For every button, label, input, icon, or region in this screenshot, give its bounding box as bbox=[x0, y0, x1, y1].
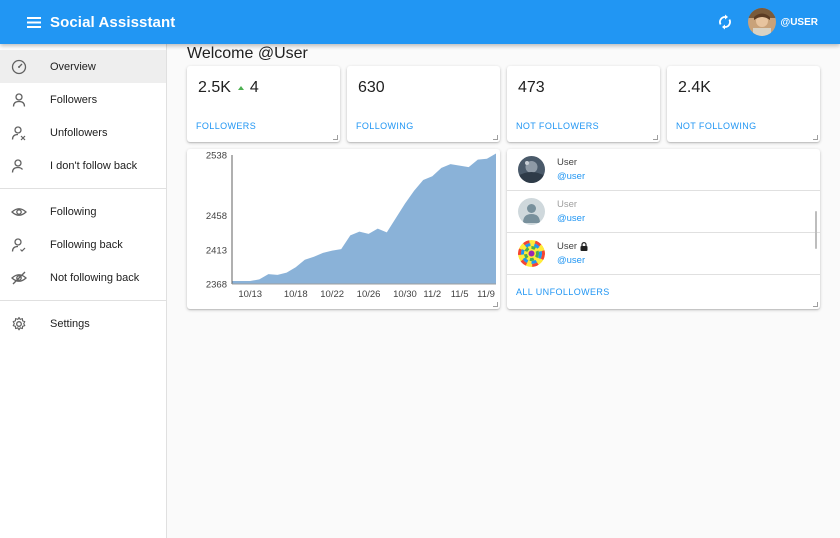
app-title: Social Assisstant bbox=[50, 13, 176, 31]
y-tick-label: 2458 bbox=[206, 211, 227, 222]
sidebar-item-label: Settings bbox=[50, 317, 90, 330]
y-tick-label: 2413 bbox=[206, 245, 227, 256]
stat-number: 473 bbox=[518, 79, 545, 96]
sidebar-item-overview[interactable]: Overview bbox=[0, 50, 166, 83]
stat-card-followers[interactable]: 2.5K 4 FOLLOWERS bbox=[187, 66, 340, 142]
list-item[interactable]: User @user bbox=[507, 233, 820, 275]
x-tick-label: 11/9 bbox=[477, 289, 495, 300]
sidebar-item-label: Followers bbox=[50, 93, 98, 106]
resize-handle-icon[interactable] bbox=[333, 135, 338, 140]
sidebar-item-label: Not following back bbox=[50, 271, 140, 284]
list-item[interactable]: User @user bbox=[507, 149, 820, 191]
app-bar: Social Assisstant @USER bbox=[0, 0, 840, 44]
sidebar-item-label: Overview bbox=[50, 60, 96, 73]
list-item-name: User bbox=[557, 157, 578, 168]
stat-card-not-following[interactable]: 2.4K NOT FOLLOWING bbox=[667, 66, 820, 142]
stat-card-following[interactable]: 630 FOLLOWING bbox=[347, 66, 500, 142]
x-tick-label: 10/26 bbox=[357, 289, 381, 300]
sidebar: Overview Followers Unfollowers I don't f… bbox=[0, 44, 167, 538]
not-following-link[interactable]: NOT FOLLOWING bbox=[676, 121, 757, 131]
scrollbar[interactable] bbox=[815, 211, 817, 249]
stat-delta: 4 bbox=[249, 79, 259, 96]
list-item-name: User bbox=[557, 241, 588, 252]
avatar bbox=[748, 8, 777, 36]
resize-handle-icon[interactable] bbox=[493, 135, 498, 140]
refresh-icon[interactable] bbox=[712, 9, 738, 35]
sidebar-item-followers[interactable]: Followers bbox=[0, 83, 166, 116]
x-tick-label: 10/30 bbox=[393, 289, 417, 300]
resize-handle-icon[interactable] bbox=[813, 135, 818, 140]
stat-value: 2.5K 4 bbox=[198, 79, 259, 97]
x-tick-label: 11/5 bbox=[451, 289, 469, 300]
all-unfollowers-link[interactable]: ALL UNFOLLOWERS bbox=[516, 287, 610, 297]
stat-card-not-followers[interactable]: 473 NOT FOLLOWERS bbox=[507, 66, 660, 142]
arrow-up-icon bbox=[237, 86, 244, 90]
y-tick-label: 2538 bbox=[206, 151, 227, 162]
sidebar-item-i-dont-follow-back[interactable]: I don't follow back bbox=[0, 149, 166, 182]
x-tick-label: 10/18 bbox=[284, 289, 308, 300]
list-item-handle[interactable]: @user bbox=[557, 213, 585, 224]
list-item-name-text: User bbox=[557, 241, 578, 252]
stat-number: 2.4K bbox=[678, 79, 711, 96]
stat-value: 473 bbox=[518, 79, 545, 97]
lock-icon bbox=[580, 242, 588, 251]
avatar bbox=[518, 156, 545, 183]
resize-handle-icon[interactable] bbox=[813, 302, 818, 307]
series-area bbox=[232, 153, 496, 284]
resize-handle-icon[interactable] bbox=[653, 135, 658, 140]
list-item[interactable]: User @user bbox=[507, 191, 820, 233]
sidebar-item-following-back[interactable]: Following back bbox=[0, 228, 166, 261]
person-remove-icon bbox=[11, 125, 27, 141]
following-link[interactable]: FOLLOWING bbox=[356, 121, 414, 131]
person-icon bbox=[11, 92, 27, 108]
resize-handle-icon[interactable] bbox=[493, 302, 498, 307]
x-tick-label: 10/22 bbox=[320, 289, 344, 300]
eye-off-icon bbox=[11, 270, 27, 286]
list-item-handle[interactable]: @user bbox=[557, 171, 585, 182]
stat-number: 630 bbox=[358, 79, 385, 96]
followers-link[interactable]: FOLLOWERS bbox=[196, 121, 256, 131]
stat-value: 2.4K bbox=[678, 79, 711, 97]
unfollowers-card: User @user User @user User @user ALL UNF… bbox=[507, 149, 820, 309]
sidebar-item-label: Unfollowers bbox=[50, 126, 108, 139]
eye-icon bbox=[11, 204, 27, 220]
list-item-handle[interactable]: @user bbox=[557, 255, 585, 266]
gear-icon bbox=[11, 316, 27, 332]
sidebar-item-label: Following bbox=[50, 205, 97, 218]
avatar bbox=[518, 240, 545, 267]
gauge-icon bbox=[11, 59, 27, 75]
sidebar-item-label: Following back bbox=[50, 238, 123, 251]
not-followers-link[interactable]: NOT FOLLOWERS bbox=[516, 121, 599, 131]
stat-value: 630 bbox=[358, 79, 385, 97]
stat-number: 2.5K bbox=[198, 79, 231, 96]
sidebar-item-label: I don't follow back bbox=[50, 159, 138, 172]
x-tick-label: 10/13 bbox=[238, 289, 262, 300]
y-tick-label: 2368 bbox=[206, 280, 227, 291]
followers-chart: 2368 2413 2458 2538 10/13 10/18 10/22 10/26 10/3… bbox=[206, 151, 496, 300]
sidebar-item-unfollowers[interactable]: Unfollowers bbox=[0, 116, 166, 149]
sidebar-item-not-following-back[interactable]: Not following back bbox=[0, 261, 166, 294]
user-handle: @USER bbox=[780, 16, 818, 28]
page-title: Welcome @User bbox=[187, 45, 308, 62]
menu-icon[interactable] bbox=[22, 10, 46, 34]
sidebar-item-settings[interactable]: Settings bbox=[0, 307, 166, 340]
sidebar-item-following[interactable]: Following bbox=[0, 195, 166, 228]
x-tick-label: 11/2 bbox=[423, 289, 441, 300]
person-check-icon bbox=[11, 237, 27, 253]
list-item-name: User bbox=[557, 199, 578, 210]
user-menu[interactable]: @USER bbox=[748, 8, 818, 36]
default-avatar-icon bbox=[518, 198, 545, 225]
followers-chart-card: 2368 2413 2458 2538 10/13 10/18 10/22 10/26 10/3… bbox=[187, 149, 500, 309]
person-outline-icon bbox=[11, 158, 27, 174]
